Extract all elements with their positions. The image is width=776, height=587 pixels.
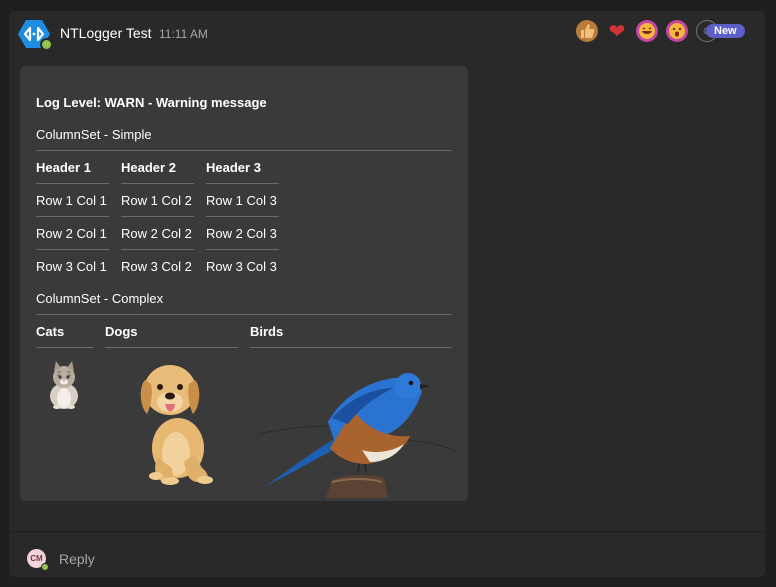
divider [36,150,452,151]
complex-header-dogs: Dogs [105,324,138,339]
divider [250,347,452,348]
new-badge: New [706,24,745,38]
adaptive-card: Log Level: WARN - Warning message Column… [20,66,468,501]
presence-available-icon [40,38,53,51]
cat-image [50,361,78,409]
surprised-icon[interactable] [666,20,688,42]
complex-header-cats: Cats [36,324,65,339]
simple-header-1: Header 1 [36,160,91,175]
dog-image [140,365,213,485]
reaction-bar: ❤ ☺ New [576,18,756,48]
message-header: NTLogger Test 11:11 AM ❤ ☺ New [18,18,756,51]
simple-header-3: Header 3 [206,160,261,175]
table-cell: Row 1 Col 1 [36,193,107,208]
divider [36,347,93,348]
bot-avatar[interactable] [18,18,53,51]
columnset-complex-label: ColumnSet - Complex [36,291,164,306]
divider [9,531,765,532]
divider [121,216,194,217]
divider [121,249,194,250]
columnset-simple-label: ColumnSet - Simple [36,127,152,142]
divider [36,249,109,250]
divider [206,183,279,184]
table-cell: Row 2 Col 3 [206,226,277,241]
table-cell: Row 3 Col 3 [206,259,277,274]
table-cell: Row 3 Col 1 [36,259,107,274]
divider [105,347,238,348]
message-timestamp: 11:11 AM [159,27,208,41]
sender-name[interactable]: NTLogger Test [60,25,152,41]
card-title: Log Level: WARN - Warning message [36,95,267,110]
table-cell: Row 2 Col 2 [121,226,192,241]
table-cell: Row 3 Col 2 [121,259,192,274]
laugh-icon[interactable] [636,20,658,42]
simple-header-2: Header 2 [121,160,176,175]
presence-available-icon [41,563,49,571]
divider [206,249,279,250]
like-icon[interactable] [576,20,598,42]
divider [36,216,109,217]
table-cell: Row 2 Col 1 [36,226,107,241]
table-cell: Row 1 Col 2 [121,193,192,208]
divider [121,183,194,184]
divider [206,216,279,217]
bird-image [258,373,458,498]
divider [36,314,452,315]
table-cell: Row 1 Col 3 [206,193,277,208]
reply-button[interactable]: Reply [59,551,95,567]
heart-icon[interactable]: ❤ [606,20,628,43]
complex-header-birds: Birds [250,324,284,339]
divider [36,183,109,184]
